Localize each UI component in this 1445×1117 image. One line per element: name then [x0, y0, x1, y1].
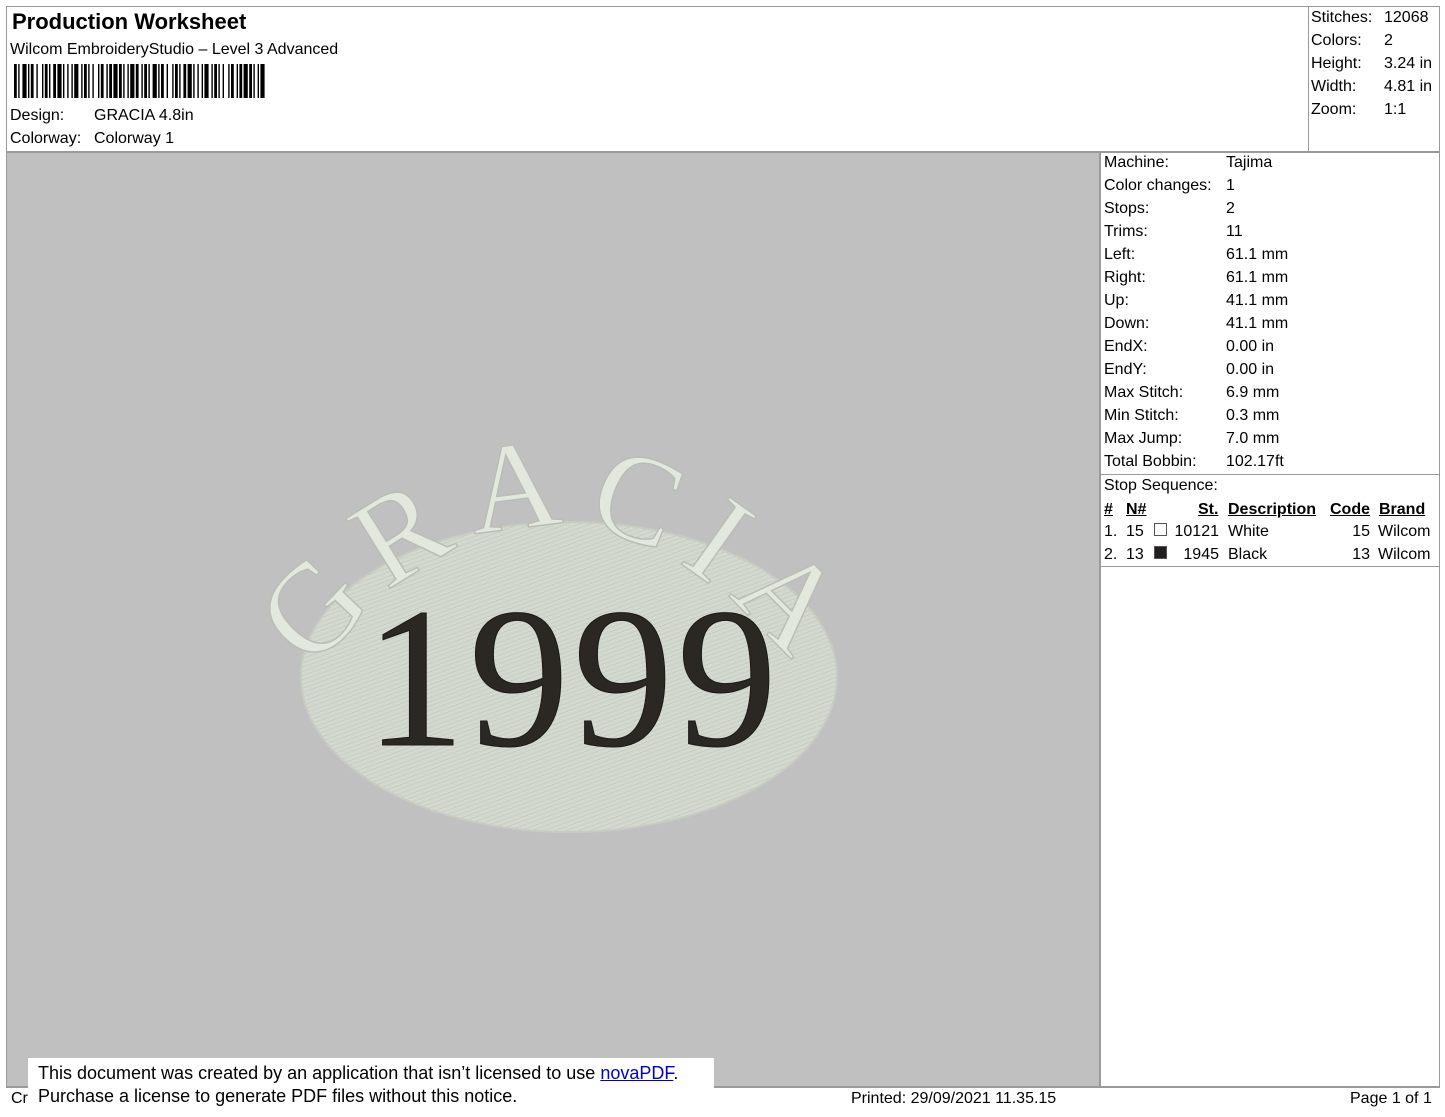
footer-left-text: Cr	[11, 1090, 28, 1107]
info-value: 2	[1226, 200, 1235, 217]
stat-value: 2	[1384, 32, 1393, 49]
col-header-description: Description	[1228, 501, 1317, 518]
colorway-value: Colorway 1	[94, 130, 175, 147]
novapdf-link[interactable]: novaPDF	[600, 1063, 673, 1083]
info-label: Max Jump:	[1104, 430, 1183, 447]
worksheet-title: Production Worksheet	[12, 9, 247, 34]
info-value: 6.9 mm	[1226, 384, 1280, 401]
info-value: 11	[1226, 223, 1243, 240]
stat-label: Colors:	[1311, 32, 1362, 49]
notice-line-1: This document was created by an applicat…	[38, 1063, 679, 1083]
stop-stitches: 10121	[1174, 523, 1220, 540]
col-header-needle: N#	[1126, 501, 1147, 518]
info-value: 41.1 mm	[1226, 292, 1289, 309]
info-value: 61.1 mm	[1226, 269, 1289, 286]
design-preview: GRACIA 1999	[6, 152, 1100, 1087]
info-value: 1	[1226, 177, 1235, 194]
stat-value: 3.24 in	[1384, 55, 1433, 72]
color-swatch	[1154, 546, 1167, 559]
stat-value: 1:1	[1384, 101, 1407, 118]
stat-label: Width:	[1311, 78, 1357, 95]
notice-line-2: Purchase a license to generate PDF files…	[38, 1086, 518, 1106]
design-label: Design:	[10, 107, 65, 124]
license-notice: This document was created by an applicat…	[28, 1058, 714, 1112]
stop-code: 15	[1352, 523, 1370, 540]
col-header-code: Code	[1330, 501, 1370, 518]
col-header-index: #	[1104, 501, 1113, 518]
info-value: Tajima	[1226, 154, 1273, 171]
divider	[1100, 474, 1440, 475]
stop-needle: 15	[1126, 523, 1144, 540]
stop-sequence-label: Stop Sequence:	[1104, 477, 1218, 494]
info-value: 0.00 in	[1226, 338, 1275, 355]
info-value: 7.0 mm	[1226, 430, 1280, 447]
colorway-label: Colorway:	[10, 130, 82, 147]
info-label: EndY:	[1104, 361, 1147, 378]
design-value: GRACIA 4.8in	[94, 107, 194, 124]
info-label: Right:	[1104, 269, 1146, 286]
info-value: 61.1 mm	[1226, 246, 1289, 263]
stop-brand: Wilcom	[1378, 523, 1431, 540]
stop-code: 13	[1352, 546, 1370, 563]
info-label: Left:	[1104, 246, 1136, 263]
info-label: Stops:	[1104, 200, 1150, 217]
info-label: Min Stitch:	[1104, 407, 1179, 424]
stat-label: Stitches:	[1311, 9, 1373, 26]
stop-stitches: 1945	[1183, 546, 1219, 563]
stat-label: Zoom:	[1311, 101, 1357, 118]
stop-needle: 13	[1126, 546, 1144, 563]
info-label: Trims:	[1104, 223, 1148, 240]
barcode	[14, 64, 265, 98]
info-label: EndX:	[1104, 338, 1148, 355]
stop-index: 2.	[1104, 546, 1118, 563]
stat-value: 4.81 in	[1384, 78, 1433, 95]
embroidery-preview-svg: GRACIA 1999	[230, 409, 866, 833]
info-value: 0.3 mm	[1226, 407, 1280, 424]
stop-description: White	[1228, 523, 1269, 540]
info-value: 0.00 in	[1226, 361, 1275, 378]
stat-value: 12068	[1384, 9, 1429, 26]
info-label: Total Bobbin:	[1104, 453, 1197, 470]
page-number: Page 1 of 1	[1350, 1090, 1432, 1107]
software-name: Wilcom EmbroideryStudio – Level 3 Advanc…	[10, 41, 339, 58]
info-label: Machine:	[1104, 154, 1169, 171]
info-label: Color changes:	[1104, 177, 1212, 194]
info-value: 102.17ft	[1226, 453, 1284, 470]
divider	[1100, 566, 1440, 567]
stop-description: Black	[1228, 546, 1268, 563]
info-value: 41.1 mm	[1226, 315, 1289, 332]
stop-brand: Wilcom	[1378, 546, 1431, 563]
center-text-year: 1999	[365, 568, 781, 789]
printed-timestamp: Printed: 29/09/2021 11.35.15	[851, 1090, 1057, 1107]
stop-index: 1.	[1104, 523, 1118, 540]
info-label: Down:	[1104, 315, 1150, 332]
stat-label: Height:	[1311, 55, 1362, 72]
info-label: Max Stitch:	[1104, 384, 1184, 401]
info-label: Up:	[1104, 292, 1129, 309]
col-header-brand: Brand	[1379, 501, 1426, 518]
col-header-stitches: St.	[1198, 501, 1219, 518]
color-swatch	[1154, 523, 1167, 536]
